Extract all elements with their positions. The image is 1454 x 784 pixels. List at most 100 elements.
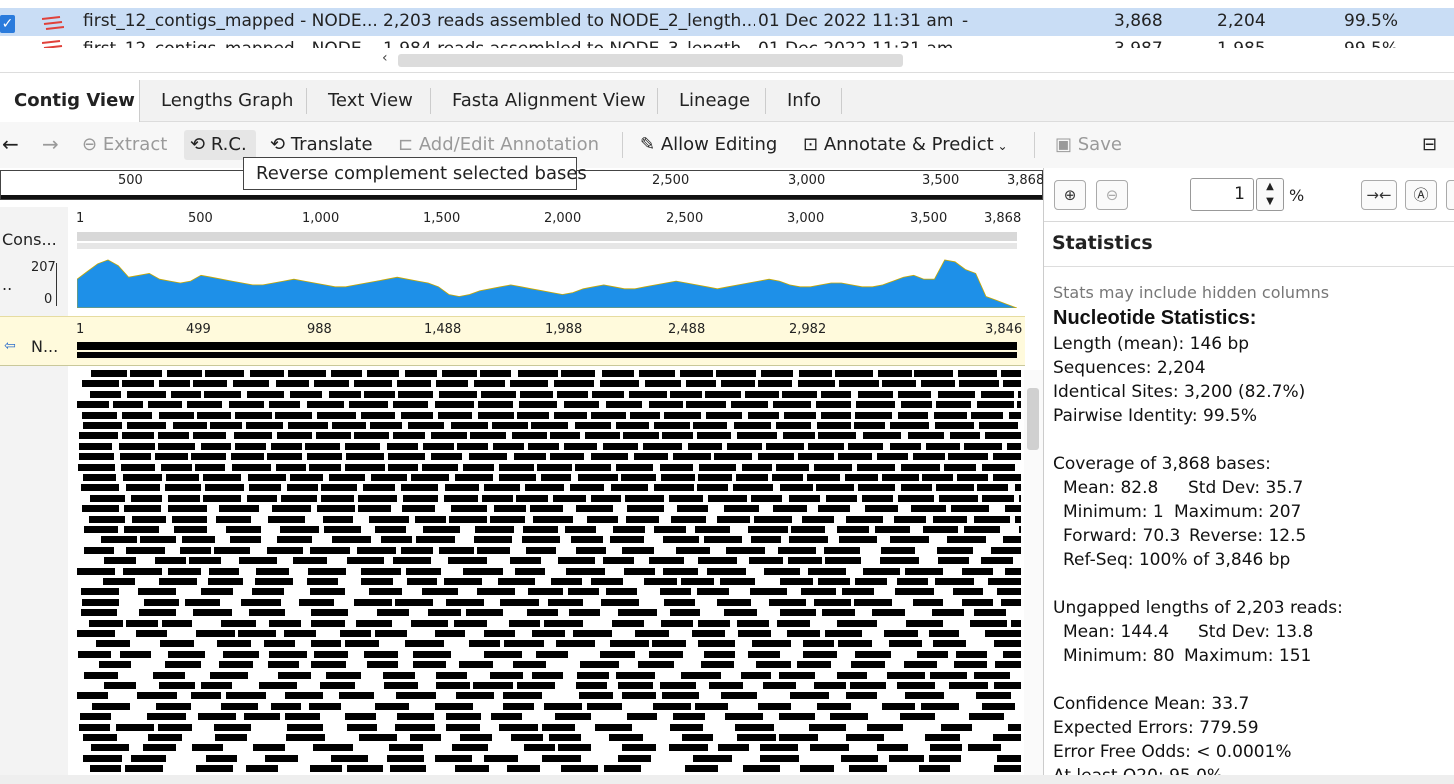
read-segment[interactable]	[634, 453, 668, 460]
read-segment[interactable]	[557, 391, 588, 398]
read-segment[interactable]	[867, 724, 903, 731]
read-segment[interactable]	[369, 516, 409, 523]
read-segment[interactable]	[214, 547, 250, 554]
read-segment[interactable]	[837, 526, 869, 533]
read-segment[interactable]	[77, 401, 109, 408]
read-segment[interactable]	[639, 370, 675, 377]
read-segment[interactable]	[122, 412, 152, 419]
read-segment[interactable]	[789, 536, 828, 543]
read-segment[interactable]	[221, 703, 258, 710]
read-segment[interactable]	[329, 474, 365, 481]
read-segment[interactable]	[933, 516, 967, 523]
read-segment[interactable]	[247, 391, 284, 398]
read-segment[interactable]	[345, 443, 380, 450]
read-segment[interactable]	[331, 370, 362, 377]
read-segment[interactable]	[982, 464, 1015, 471]
read-segment[interactable]	[697, 484, 728, 491]
read-segment[interactable]	[1003, 651, 1021, 658]
read-segment[interactable]	[143, 744, 176, 751]
read-segment[interactable]	[846, 516, 883, 523]
read-segment[interactable]	[802, 516, 834, 523]
read-segment[interactable]	[232, 464, 271, 471]
read-segment[interactable]	[856, 401, 895, 408]
read-segment[interactable]	[246, 765, 278, 772]
scrollbar-thumb[interactable]	[398, 54, 903, 67]
read-segment[interactable]	[226, 526, 261, 533]
read-segment[interactable]	[526, 547, 556, 554]
read-segment[interactable]	[676, 547, 710, 554]
read-segment[interactable]	[116, 724, 154, 731]
read-segment[interactable]	[492, 422, 528, 429]
read-segment[interactable]	[670, 391, 702, 398]
read-segment[interactable]	[503, 703, 534, 710]
read-segment[interactable]	[858, 391, 893, 398]
read-segment[interactable]	[938, 391, 975, 398]
read-segment[interactable]	[436, 672, 467, 679]
read-segment[interactable]	[390, 765, 426, 772]
read-segment[interactable]	[1001, 599, 1021, 606]
read-segment[interactable]	[549, 734, 581, 741]
read-segment[interactable]	[824, 547, 860, 554]
read-segment[interactable]	[415, 516, 446, 523]
read-segment[interactable]	[1009, 412, 1021, 419]
read-segment[interactable]	[309, 703, 341, 710]
read-segment[interactable]	[201, 588, 233, 595]
read-segment[interactable]	[964, 443, 1002, 450]
read-segment[interactable]	[898, 412, 928, 419]
read-segment[interactable]	[255, 578, 293, 585]
read-segment[interactable]	[367, 370, 399, 377]
read-segment[interactable]	[148, 401, 182, 408]
read-segment[interactable]	[445, 484, 479, 491]
read-segment[interactable]	[514, 453, 546, 460]
read-segment[interactable]	[821, 412, 851, 419]
read-segment[interactable]	[310, 765, 342, 772]
read-segment[interactable]	[825, 630, 862, 637]
read-segment[interactable]	[1018, 391, 1021, 398]
read-segment[interactable]	[401, 484, 438, 491]
read-segment[interactable]	[358, 505, 391, 512]
read-segment[interactable]	[354, 380, 392, 387]
read-segment[interactable]	[944, 464, 976, 471]
read-segment[interactable]	[422, 588, 458, 595]
read-segment[interactable]	[81, 484, 119, 491]
read-segment[interactable]	[448, 557, 487, 564]
read-segment[interactable]	[905, 692, 944, 699]
read-segment[interactable]	[929, 755, 961, 762]
read-segment[interactable]	[977, 401, 1014, 408]
read-segment[interactable]	[354, 432, 389, 439]
read-segment[interactable]	[246, 422, 283, 429]
read-segment[interactable]	[473, 682, 513, 689]
read-segment[interactable]	[299, 599, 334, 606]
read-segment[interactable]	[671, 516, 706, 523]
read-segment[interactable]	[749, 557, 783, 564]
read-segment[interactable]	[345, 640, 379, 647]
read-segment[interactable]	[783, 432, 815, 439]
read-segment[interactable]	[316, 432, 351, 439]
read-segment[interactable]	[573, 630, 612, 637]
read-segment[interactable]	[367, 661, 398, 668]
read-segment[interactable]	[359, 734, 397, 741]
read-segment[interactable]	[320, 682, 355, 689]
read-segment[interactable]	[182, 536, 215, 543]
read-segment[interactable]	[788, 557, 822, 564]
read-segment[interactable]	[219, 505, 259, 512]
read-segment[interactable]	[698, 557, 737, 564]
read-segment[interactable]	[745, 391, 779, 398]
read-segment[interactable]	[158, 443, 195, 450]
read-segment[interactable]	[982, 703, 1015, 710]
read-segment[interactable]	[662, 692, 699, 699]
read-segment[interactable]	[234, 432, 272, 439]
read-segment[interactable]	[537, 464, 572, 471]
read-segment[interactable]	[83, 755, 122, 762]
read-segment[interactable]	[77, 568, 115, 575]
read-segment[interactable]	[531, 422, 568, 429]
read-segment[interactable]	[838, 640, 872, 647]
read-segment[interactable]	[724, 609, 757, 616]
read-segment[interactable]	[405, 370, 437, 377]
read-segment[interactable]	[570, 484, 604, 491]
read-segment[interactable]	[908, 432, 944, 439]
read-segment[interactable]	[204, 391, 241, 398]
read-segment[interactable]	[452, 744, 488, 751]
read-segment[interactable]	[627, 713, 657, 720]
more-button[interactable]	[1446, 180, 1454, 210]
